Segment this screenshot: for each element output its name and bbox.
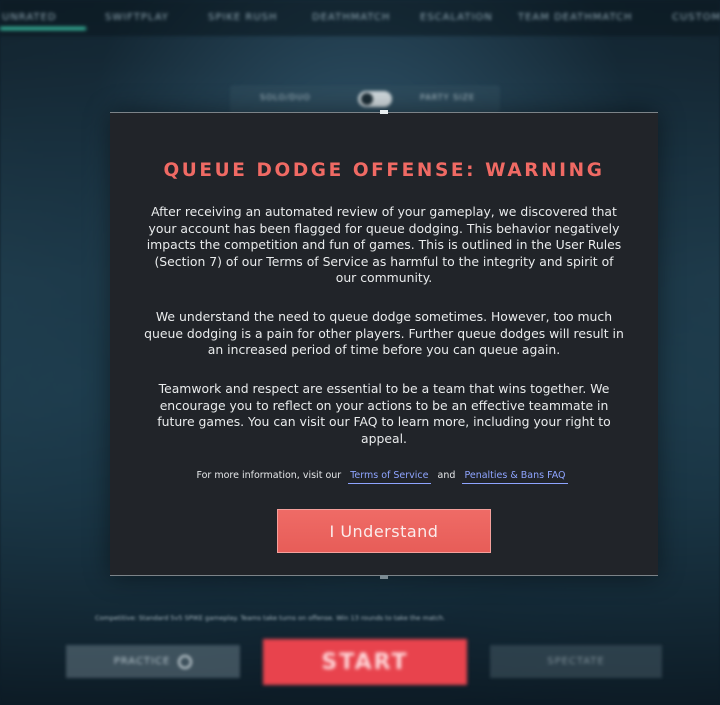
nav-tab-custom[interactable]: CUSTOM [672,12,720,23]
queue-dodge-warning-modal: QUEUE DODGE OFFENSE: WARNING After recei… [110,110,658,579]
nav-tab-unrated[interactable]: UNRATED [2,12,57,23]
more-info-prefix: For more information, visit our [196,470,342,481]
start-button[interactable]: START [263,639,467,685]
warning-paragraph-2: We understand the need to queue dodge so… [144,309,624,358]
queue-subtabs: SOLO/DUO PARTY SIZE [230,85,500,113]
spectate-button[interactable]: SPECTATE [490,645,662,678]
active-tab-underline [0,27,86,30]
modal-title: QUEUE DODGE OFFENSE: WARNING [163,160,605,181]
top-nav-bar: UNRATED SWIFTPLAY SPIKE RUSH DEATHMATCH … [0,0,720,36]
more-info-and: and [437,470,456,481]
modal-top-nub [380,110,388,114]
nav-tab-deathmatch[interactable]: DEATHMATCH [312,12,390,23]
mode-description-text: Competitive: Standard 5v5 SPIKE gameplay… [95,614,446,622]
subtab-solo-duo[interactable]: SOLO/DUO [260,93,311,102]
modal-bottom-nub [380,575,388,579]
warning-paragraph-3: Teamwork and respect are essential to be… [157,381,611,446]
practice-icon [178,654,193,669]
nav-tab-team-deathmatch[interactable]: TEAM DEATHMATCH [518,12,633,23]
nav-tab-escalation[interactable]: ESCALATION [420,12,493,23]
warning-paragraph-1: After receiving an automated review of y… [146,204,622,286]
nav-tab-spike-rush[interactable]: SPIKE RUSH [208,12,278,23]
penalties-bans-faq-link[interactable]: Penalties & Bans FAQ [462,470,568,484]
more-info-line: For more information, visit our Terms of… [110,470,658,484]
practice-label: PRACTICE [113,656,171,667]
nav-tab-swiftplay[interactable]: SWIFTPLAY [105,12,169,23]
subtab-party-size[interactable]: PARTY SIZE [420,93,475,102]
i-understand-button[interactable]: I Understand [277,509,491,553]
terms-of-service-link[interactable]: Terms of Service [348,470,431,484]
practice-button[interactable]: PRACTICE [66,645,240,678]
queue-mode-toggle[interactable] [358,91,392,107]
